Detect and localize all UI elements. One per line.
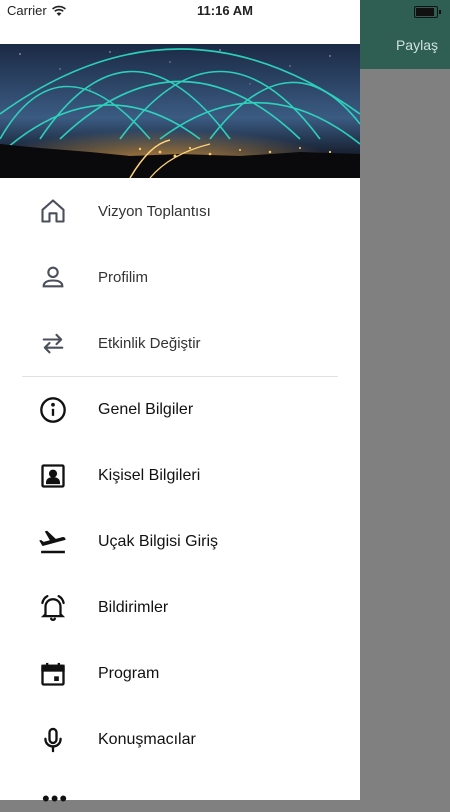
person-icon [38, 262, 68, 292]
menu-item-vizyon-toplantisi[interactable]: Vizyon Toplantısı [0, 178, 360, 244]
menu-item-label: Konuşmacılar [98, 731, 196, 748]
bell-ringing-icon [38, 593, 68, 623]
menu-item-label: Profilim [98, 268, 149, 286]
swap-icon [38, 328, 68, 358]
menu-item-label: Uçak Bilgisi Giriş [98, 533, 219, 550]
menu-item-profilim[interactable]: Profilim [0, 244, 360, 310]
microphone-icon [38, 725, 68, 755]
home-icon [38, 196, 68, 226]
battery-icon [414, 6, 441, 18]
menu-item-label: Kişisel Bilgileri [98, 467, 201, 484]
clock: 11:16 AM [197, 3, 253, 18]
menu-item-label: Program [98, 665, 160, 682]
menu-item-genel-bilgiler[interactable]: Genel Bilgiler [0, 377, 360, 443]
status-bar: Carrier 11:16 AM [0, 0, 450, 22]
navigation-drawer: Vizyon Toplantısı Profilim Etkinlik Deği… [0, 0, 360, 811]
menu-item-konusmacilar[interactable]: Konuşmacılar [0, 707, 360, 773]
menu-item-kisisel-bilgileri[interactable]: Kişisel Bilgileri [0, 443, 360, 509]
menu-item-label: Genel Bilgiler [98, 401, 194, 418]
header-banner-image [0, 44, 360, 178]
drawer-menu: Vizyon Toplantısı Profilim Etkinlik Deği… [0, 178, 360, 773]
share-button[interactable]: Paylaş [396, 37, 438, 53]
info-icon [38, 395, 68, 425]
menu-item-bildirimler[interactable]: Bildirimler [0, 575, 360, 641]
calendar-icon [38, 659, 68, 689]
drawer-backdrop[interactable] [360, 0, 450, 800]
menu-item-label: Bildirimler [98, 599, 169, 616]
menu-item-program[interactable]: Program [0, 641, 360, 707]
more-items-icon[interactable]: ••• [42, 786, 68, 812]
menu-item-ucak-bilgisi-giris[interactable]: Uçak Bilgisi Giriş [0, 509, 360, 575]
menu-item-label: Vizyon Toplantısı [98, 202, 211, 220]
contact-card-icon [38, 461, 68, 491]
menu-item-etkinlik-degistir[interactable]: Etkinlik Değiştir [0, 310, 360, 376]
airplane-takeoff-icon [38, 527, 68, 557]
menu-item-label: Etkinlik Değiştir [98, 334, 201, 352]
battery-level [416, 8, 434, 16]
